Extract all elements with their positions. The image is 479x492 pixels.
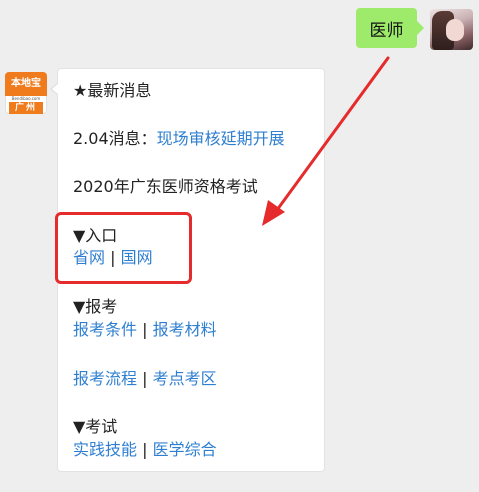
annotation-arrow — [262, 56, 390, 226]
